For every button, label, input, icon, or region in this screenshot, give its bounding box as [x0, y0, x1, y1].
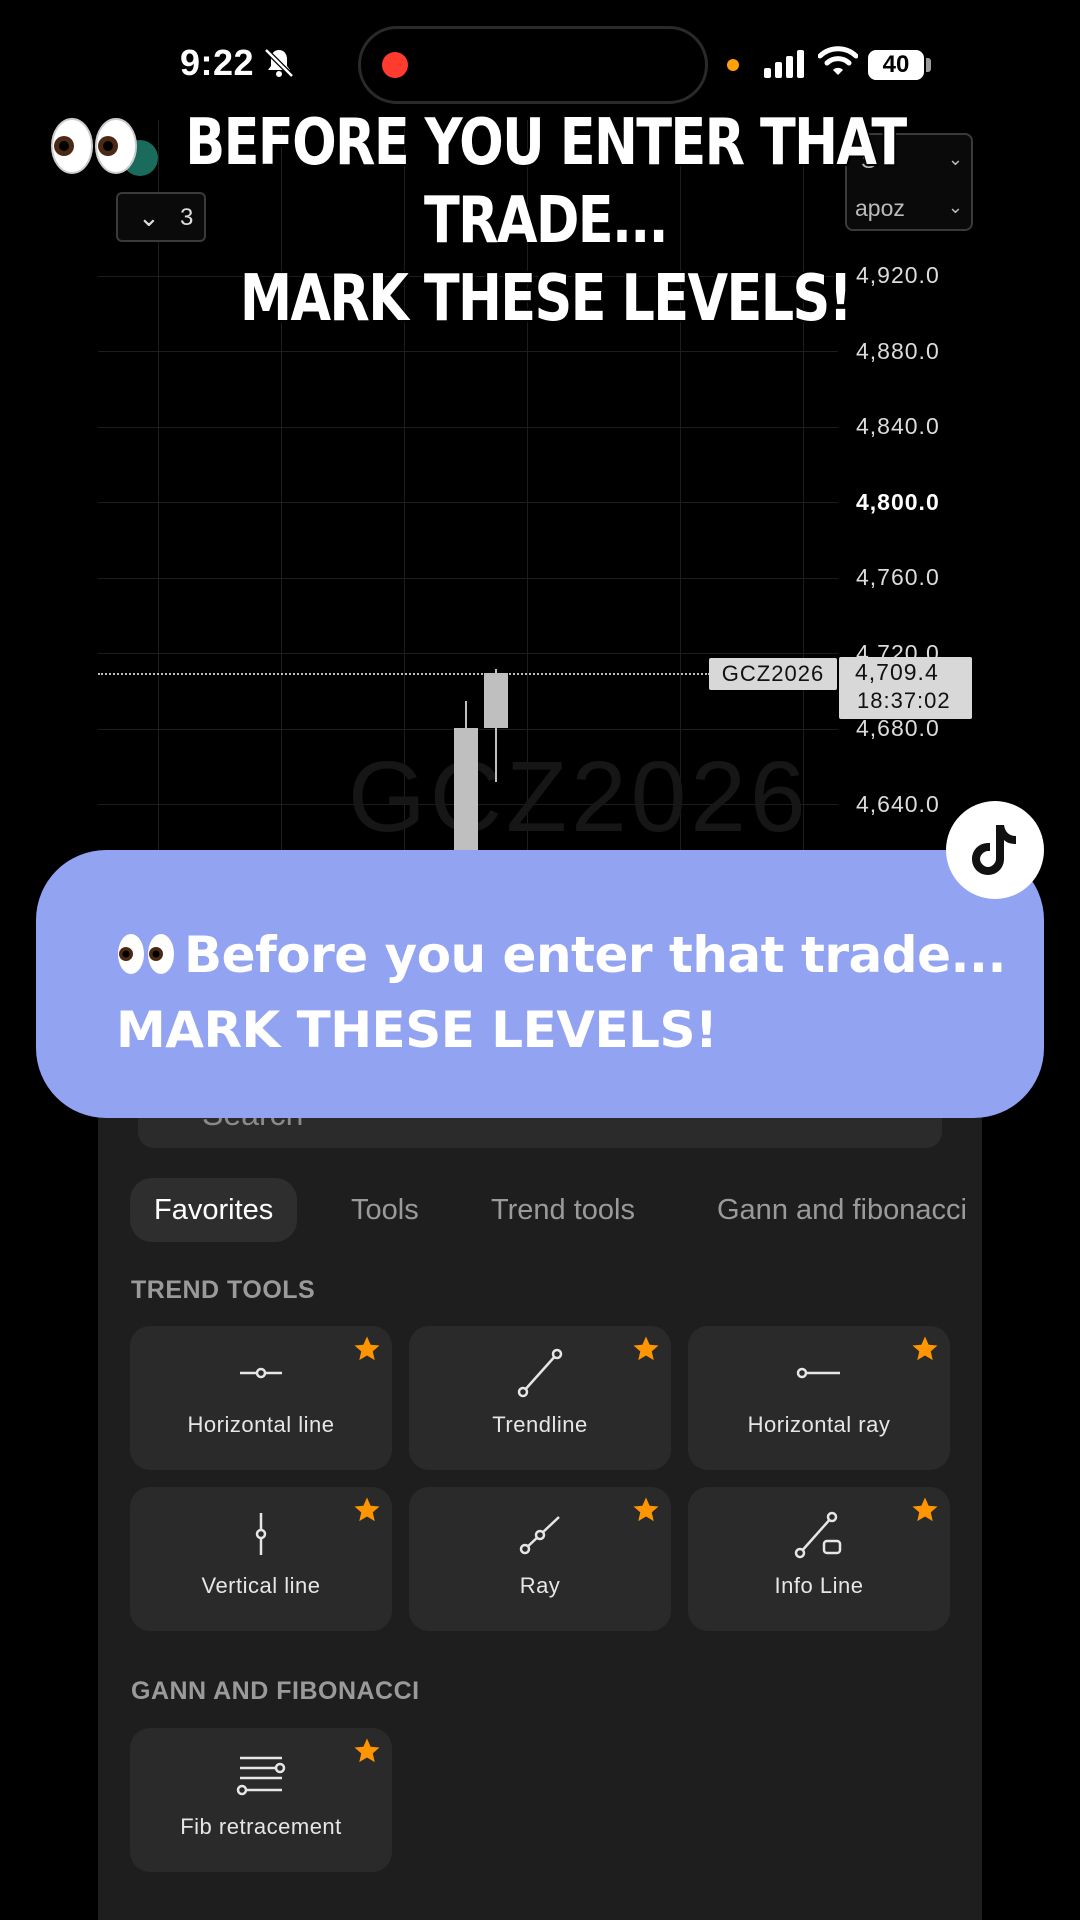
section-gann-fibonacci: GANN AND FIBONACCI: [131, 1677, 420, 1705]
tool-label: Horizontal line: [187, 1412, 335, 1437]
status-time: 9:22: [180, 42, 255, 83]
last-price-tag: 4,709.4 18:37:02: [839, 657, 972, 719]
eyes-emoji-icon: [118, 934, 174, 974]
tool-ray[interactable]: Ray: [409, 1487, 671, 1631]
y-tick-label: 4,800.0: [856, 488, 940, 515]
y-tick-label: 4,760.0: [856, 564, 940, 591]
favorite-star-icon[interactable]: [352, 1736, 382, 1766]
trendline-icon: [517, 1348, 563, 1398]
battery-tip: [926, 58, 931, 72]
tab-trend-tools[interactable]: Trend tools: [491, 1178, 635, 1242]
fib-retracement-icon: [236, 1756, 286, 1796]
dynamic-island: [358, 26, 708, 104]
horizontal-line-icon: [240, 1367, 282, 1379]
battery-icon: 40: [868, 50, 924, 80]
recording-indicator-icon: [382, 52, 408, 78]
tab-favorites[interactable]: Favorites: [130, 1178, 298, 1242]
tool-vertical-line[interactable]: Vertical line: [130, 1487, 392, 1631]
y-tick-label: 4,840.0: [856, 413, 940, 440]
ray-icon: [519, 1516, 560, 1555]
overlay-caption-line1: BEFORE YOU ENTER THAT TRADE...: [185, 106, 907, 258]
tool-label: Fib retracement: [180, 1814, 342, 1839]
wifi-icon: [818, 46, 858, 75]
info-line-icon: [794, 1511, 842, 1559]
symbol-label: GCZ2026: [709, 658, 837, 690]
privacy-indicator-icon: [727, 59, 739, 71]
favorite-star-icon[interactable]: [352, 1334, 382, 1364]
tool-horizontal-ray[interactable]: Horizontal ray: [688, 1326, 950, 1470]
tool-label: Horizontal ray: [747, 1412, 891, 1437]
grid-line: [98, 578, 838, 579]
favorite-star-icon[interactable]: [910, 1495, 940, 1525]
grid-line: [98, 653, 838, 654]
tool-category-tabs: Favorites Tools Trend tools Gann and fib…: [130, 1178, 982, 1242]
last-price-value: 4,709.4: [855, 659, 939, 685]
section-trend-tools: TREND TOOLS: [131, 1276, 316, 1304]
grid-line: [98, 427, 838, 428]
overlay-caption: BEFORE YOU ENTER THAT TRADE... MARK THES…: [135, 104, 955, 338]
favorite-star-icon[interactable]: [631, 1334, 661, 1364]
tool-fib-retracement[interactable]: Fib retracement: [130, 1728, 392, 1872]
tiktok-logo-icon: [946, 801, 1044, 899]
caption-line1: Before you enter that trade...: [184, 926, 1006, 984]
bar-countdown: 18:37:02: [857, 688, 951, 713]
bell-slash-icon: [264, 48, 294, 78]
candle-body: [454, 727, 478, 850]
horizontal-ray-icon: [796, 1367, 840, 1379]
caption-line2: MARK THESE LEVELS!: [116, 1001, 718, 1059]
eyes-emoji-icon: [51, 118, 137, 174]
tool-trendline[interactable]: Trendline: [409, 1326, 671, 1470]
tab-tools[interactable]: Tools: [351, 1178, 419, 1242]
vertical-line-icon: [255, 1513, 267, 1555]
chart-watermark: GCZ2026: [348, 741, 810, 853]
favorite-star-icon[interactable]: [631, 1495, 661, 1525]
tool-label: Trendline: [492, 1412, 588, 1437]
grid-line: [98, 502, 838, 503]
y-tick-label: 4,640.0: [856, 791, 940, 817]
tool-horizontal-line[interactable]: Horizontal line: [130, 1326, 392, 1470]
tab-gann-fibonacci[interactable]: Gann and fibonacci: [717, 1178, 967, 1242]
tool-label: Ray: [519, 1573, 561, 1598]
grid-line: [98, 351, 838, 352]
overlay-caption-line2: MARK THESE LEVELS!: [239, 262, 853, 336]
candle-body: [484, 672, 508, 728]
cellular-signal-icon: [764, 48, 806, 78]
favorite-star-icon[interactable]: [352, 1495, 382, 1525]
y-tick-label: 4,880.0: [856, 337, 940, 364]
favorite-star-icon[interactable]: [910, 1334, 940, 1364]
last-price-line: [98, 673, 710, 675]
tool-label: Info Line: [774, 1573, 864, 1598]
tool-info-line[interactable]: Info Line: [688, 1487, 950, 1631]
tool-label: Vertical line: [201, 1573, 321, 1598]
y-tick-label: 4,680.0: [856, 715, 940, 742]
caption-text: Before you enter that trade... MARK THES…: [116, 918, 1006, 1068]
